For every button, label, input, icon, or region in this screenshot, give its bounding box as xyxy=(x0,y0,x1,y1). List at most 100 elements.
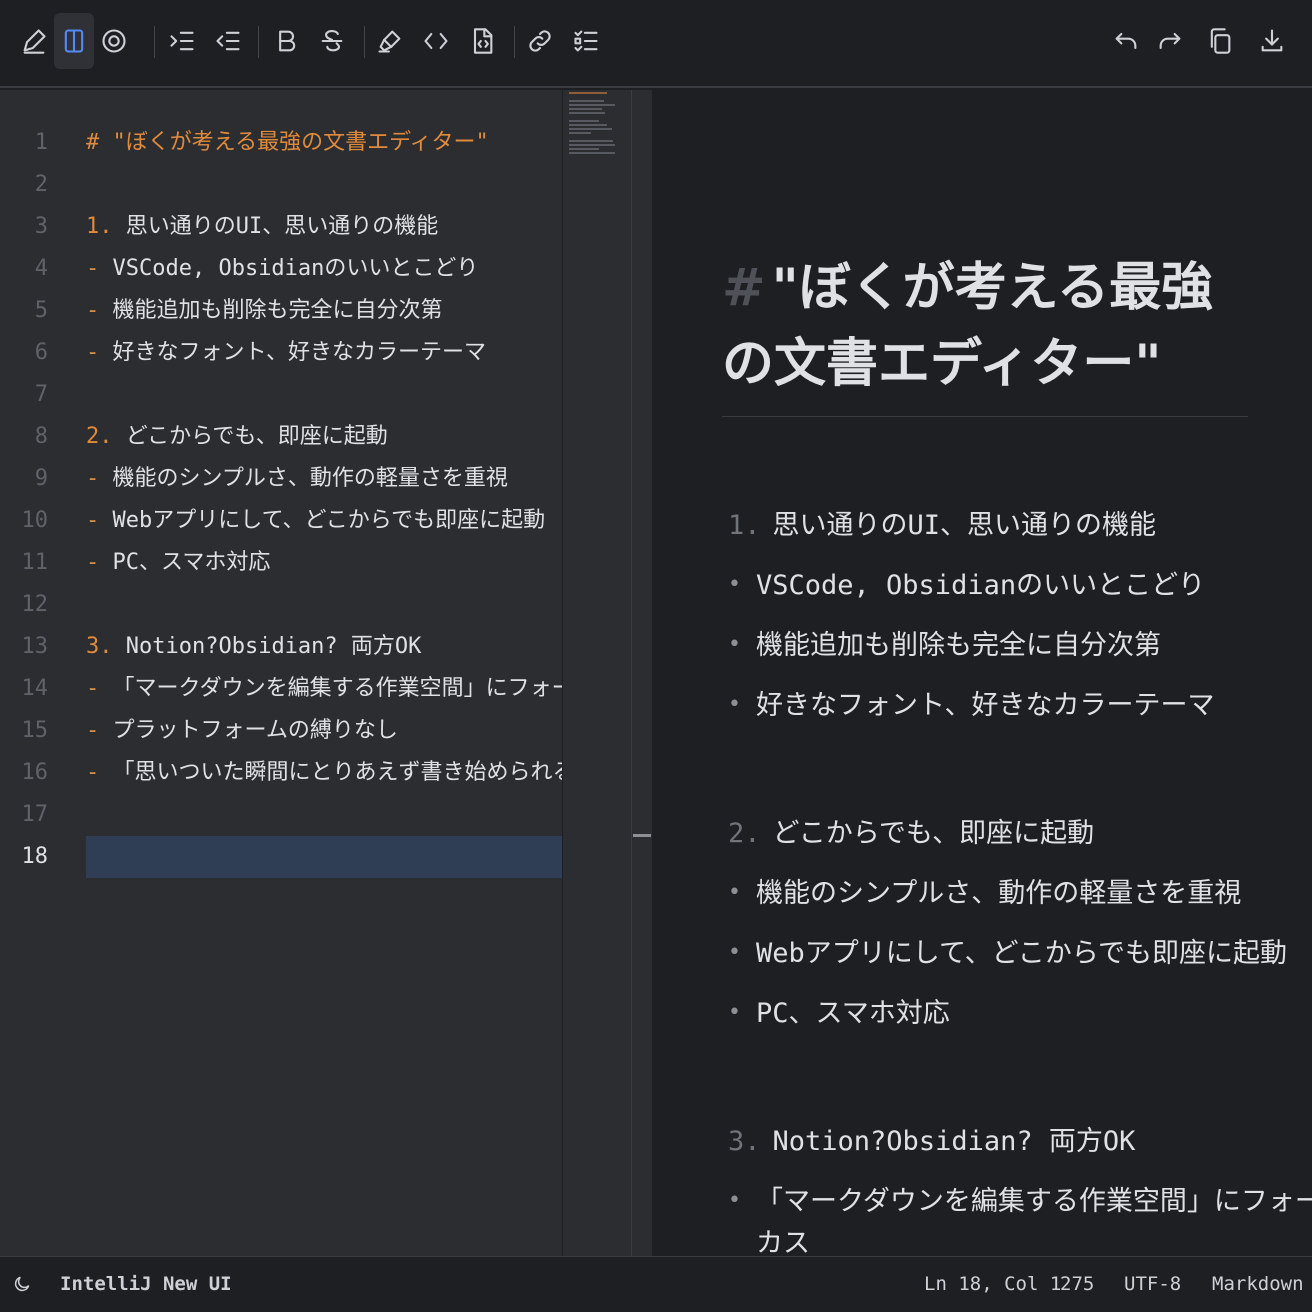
line-number: 4 xyxy=(34,256,48,281)
line-text: どこからでも、即座に起動 xyxy=(112,424,388,449)
editor-line[interactable]: 3 1. 思い通りのUI、思い通りの機能 xyxy=(0,206,562,248)
download-icon xyxy=(1261,29,1283,52)
toolbar-separator xyxy=(258,26,259,58)
pencil-icon xyxy=(23,29,46,54)
copy-button[interactable] xyxy=(1200,13,1240,69)
editor-line[interactable]: 7 xyxy=(0,374,562,416)
status-bar: IntelliJ New UI Ln 18, Col 1 275 UTF-8 M… xyxy=(0,1256,1312,1312)
bullet-dot: • xyxy=(728,1000,741,1025)
preview-bullet-item: VSCode, Obsidianのいいとこどり xyxy=(756,570,1206,601)
code-file-button[interactable] xyxy=(462,13,502,69)
editor-line[interactable]: 12 xyxy=(0,584,562,626)
language-mode[interactable]: Markdown xyxy=(1212,1273,1304,1295)
editor-line[interactable]: 15 - プラットフォームの縛りなし xyxy=(0,710,562,752)
link-button[interactable] xyxy=(520,13,560,69)
preview-bullet-item: 機能追加も削除も完全に自分次第 xyxy=(756,630,1161,661)
markdown-marker: - xyxy=(86,256,100,281)
minimap-line xyxy=(569,112,606,114)
markdown-marker: 2. xyxy=(86,424,113,449)
bold-icon xyxy=(279,30,296,52)
redo-button[interactable] xyxy=(1150,13,1190,69)
encoding[interactable]: UTF-8 xyxy=(1124,1273,1181,1295)
checklist-button[interactable] xyxy=(566,13,606,69)
split-columns-icon xyxy=(64,29,84,53)
toolbar-separator xyxy=(514,26,515,58)
line-number: 12 xyxy=(21,592,49,617)
list-heading-text: Notion?Obsidian? 両方OK xyxy=(772,1126,1136,1157)
editor-line[interactable]: 1 # "ぼくが考える最強の文書エディター" xyxy=(0,122,562,164)
line-text: "ぼくが考える最強の文書エディター" xyxy=(99,130,489,155)
line-content: 2. どこからでも、即座に起動 xyxy=(86,416,388,458)
minimap-line xyxy=(569,144,615,146)
bullet-dot: • xyxy=(728,1188,741,1213)
minimap[interactable] xyxy=(562,90,652,1256)
editor-line[interactable]: 10 - Webアプリにして、どこからでも即座に起動 xyxy=(0,500,562,542)
inline-code-button[interactable] xyxy=(416,13,456,69)
scrollbar-track[interactable] xyxy=(631,90,632,1256)
minimap-line xyxy=(569,108,603,110)
markdown-marker: # xyxy=(86,130,100,155)
line-text: Notion?Obsidian? 両方OK xyxy=(112,634,422,659)
undo-button[interactable] xyxy=(1106,13,1146,69)
line-content: - Webアプリにして、どこからでも即座に起動 xyxy=(86,500,545,542)
markdown-marker: - xyxy=(86,466,100,491)
editor-line[interactable]: 6 - 好きなフォント、好きなカラーテーマ xyxy=(0,332,562,374)
moon-icon[interactable] xyxy=(12,1274,32,1299)
highlight-button[interactable] xyxy=(370,13,410,69)
line-text: 好きなフォント、好きなカラーテーマ xyxy=(99,340,487,365)
line-number: 18 xyxy=(21,844,49,869)
checklist-icon xyxy=(574,30,598,52)
minimap-line xyxy=(569,100,604,102)
editor-line[interactable]: 2 xyxy=(0,164,562,206)
title-divider xyxy=(722,416,1248,417)
line-content: - 機能追加も削除も完全に自分次第 xyxy=(86,290,443,332)
editor-line[interactable]: 8 2. どこからでも、即座に起動 xyxy=(0,416,562,458)
editor-line[interactable]: 5 - 機能追加も削除も完全に自分次第 xyxy=(0,290,562,332)
preview-title-text: "ぼくが考える最強の文書エディター" xyxy=(722,258,1214,394)
bullet-dot: • xyxy=(728,632,741,657)
line-text: 機能のシンプルさ、動作の軽量さを重視 xyxy=(99,466,508,491)
editor-line[interactable]: 18 xyxy=(0,836,562,878)
editor-line[interactable]: 9 - 機能のシンプルさ、動作の軽量さを重視 xyxy=(0,458,562,500)
outdent-icon xyxy=(216,31,240,51)
line-content: - 「思いついた瞬間にとりあえず書き始められる」を xyxy=(86,752,562,794)
markdown-marker: - xyxy=(86,298,100,323)
line-number: 7 xyxy=(34,382,48,407)
preview-mode-button[interactable] xyxy=(94,13,134,69)
line-number: 17 xyxy=(21,802,49,827)
strikethrough-button[interactable] xyxy=(312,13,352,69)
bold-button[interactable] xyxy=(266,13,306,69)
line-text: 「マークダウンを編集する作業空間」にフォーカス xyxy=(112,676,562,701)
minimap-line xyxy=(569,120,599,122)
preview-ordered-item: 2. どこからでも、即座に起動 xyxy=(728,814,1094,854)
line-text: Webアプリにして、どこからでも即座に起動 xyxy=(99,508,546,533)
outdent-button[interactable] xyxy=(208,13,248,69)
minimap-line xyxy=(569,128,612,130)
split-view-button[interactable] xyxy=(54,13,94,69)
markdown-editor[interactable]: 1 # "ぼくが考える最強の文書エディター" 2 3 1. 思い通りのUI、思い通りの機… xyxy=(0,90,562,1256)
editor-line[interactable]: 14 - 「マークダウンを編集する作業空間」にフォーカス xyxy=(0,668,563,710)
list-number: 2. xyxy=(728,818,761,849)
bullet-dot: • xyxy=(728,572,741,597)
scrollbar-thumb[interactable] xyxy=(633,834,651,837)
editor-line[interactable]: 16 - 「思いついた瞬間にとりあえず書き始められる」を xyxy=(0,752,563,794)
cursor-position[interactable]: Ln 18, Col 1 xyxy=(924,1273,1061,1295)
minimap-line xyxy=(569,152,615,154)
edit-mode-button[interactable] xyxy=(14,13,54,69)
editor-line[interactable]: 17 xyxy=(0,794,562,836)
line-number: 16 xyxy=(21,760,49,785)
line-number: 11 xyxy=(21,550,49,575)
editor-line[interactable]: 11 - PC、スマホ対応 xyxy=(0,542,562,584)
line-content: - PC、スマホ対応 xyxy=(86,542,270,584)
download-button[interactable] xyxy=(1252,13,1292,69)
theme-name[interactable]: IntelliJ New UI xyxy=(60,1273,232,1295)
editor-line[interactable]: 4 - VSCode, Obsidianのいいとこどり xyxy=(0,248,562,290)
markdown-marker: - xyxy=(86,550,100,575)
preview-bullet-item: 「マークダウンを編集する作業空間」にフォー xyxy=(756,1186,1312,1217)
code-brackets-icon xyxy=(424,32,448,50)
char-count: 275 xyxy=(1060,1273,1095,1295)
editor-line[interactable]: 13 3. Notion?Obsidian? 両方OK xyxy=(0,626,562,668)
link-icon xyxy=(529,30,551,52)
indent-button[interactable] xyxy=(162,13,202,69)
preview-bullet-item: 好きなフォント、好きなカラーテーマ xyxy=(756,690,1215,721)
